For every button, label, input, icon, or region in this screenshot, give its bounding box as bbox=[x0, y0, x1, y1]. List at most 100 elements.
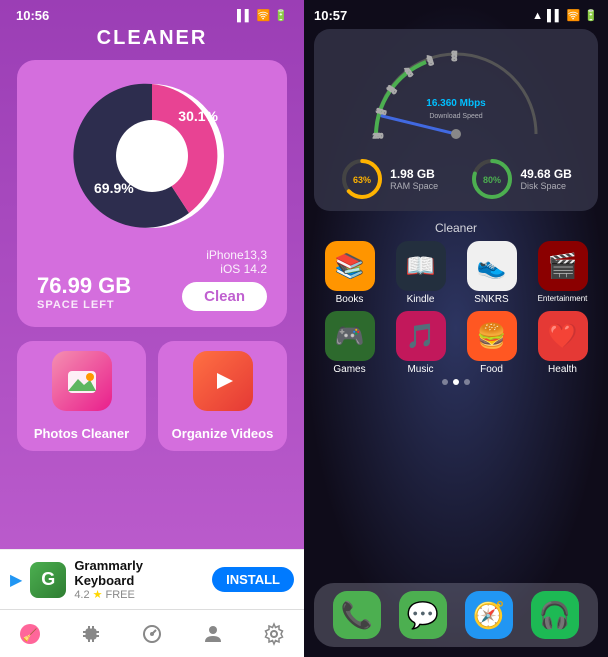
page-dots bbox=[314, 379, 598, 385]
app-games[interactable]: 🎮 Games bbox=[321, 311, 379, 375]
snkrs-icon: 👟 bbox=[467, 241, 517, 291]
svg-text:80%: 80% bbox=[483, 175, 501, 185]
status-icons-right: ▲ ▌▌ 🛜 🔋 bbox=[532, 9, 598, 22]
ad-rating: 4.2 bbox=[74, 589, 89, 601]
app-health[interactable]: ❤️ Health bbox=[534, 311, 592, 375]
photos-cleaner-label: Photos Cleaner bbox=[34, 426, 129, 441]
music-icon: 🎵 bbox=[396, 311, 446, 361]
feature-tiles: Photos Cleaner Organize Videos bbox=[17, 341, 287, 451]
entertainment-label: Entertainment bbox=[538, 294, 588, 303]
photos-icon bbox=[52, 351, 112, 411]
app-grid: 📚 Books 📖 Kindle 👟 SNKRS 🎬 Entertainment bbox=[314, 241, 598, 375]
disk-ring-svg: 80% bbox=[470, 157, 514, 201]
svg-text:250: 250 bbox=[373, 134, 384, 140]
disk-label: Disk Space bbox=[520, 181, 571, 191]
star-icon: ★ bbox=[93, 588, 103, 601]
entertainment-icon: 🎬 bbox=[538, 241, 588, 291]
install-button[interactable]: INSTALL bbox=[212, 567, 294, 592]
space-gb: 76.99 GB bbox=[37, 273, 131, 299]
device-os: iOS 14.2 bbox=[220, 262, 267, 276]
clean-button[interactable]: Clean bbox=[182, 282, 267, 311]
ad-bar: ▶ G Grammarly Keyboard 4.2 ★ FREE INSTAL… bbox=[0, 549, 304, 609]
battery-icon: 🔋 bbox=[274, 9, 288, 22]
dock: 📞 💬 🧭 🎧 bbox=[314, 583, 598, 647]
books-label: Books bbox=[336, 294, 364, 305]
grammarly-icon: G bbox=[30, 562, 66, 598]
organize-videos-tile[interactable]: Organize Videos bbox=[158, 341, 287, 451]
ad-meta: 4.2 ★ FREE bbox=[74, 588, 204, 601]
settings-tab-icon bbox=[262, 622, 286, 646]
ad-price: FREE bbox=[105, 589, 134, 601]
right-content: 10:57 ▲ ▌▌ 🛜 🔋 bbox=[304, 0, 608, 657]
time-left: 10:56 bbox=[16, 8, 49, 23]
speed-tab-icon bbox=[140, 622, 164, 646]
widget-stats-row: 63% 1.98 GB RAM Space 80% 49.68 bbox=[324, 157, 588, 201]
disk-gb: 49.68 GB bbox=[520, 167, 571, 181]
tab-contacts[interactable] bbox=[193, 614, 233, 654]
speedometer-area: 0 50 100 150 200 250 300 bbox=[324, 39, 588, 149]
status-icons-left: ▌▌ 🛜 🔋 bbox=[237, 9, 288, 22]
photos-cleaner-tile[interactable]: Photos Cleaner bbox=[17, 341, 146, 451]
app-snkrs[interactable]: 👟 SNKRS bbox=[463, 241, 521, 305]
device-model: iPhone13,3 bbox=[206, 248, 267, 262]
svg-text:🧹: 🧹 bbox=[23, 628, 38, 642]
cpu-tab-icon bbox=[79, 622, 103, 646]
app-kindle[interactable]: 📖 Kindle bbox=[392, 241, 450, 305]
tab-bar: 🧹 bbox=[0, 609, 304, 657]
app-music[interactable]: 🎵 Music bbox=[392, 311, 450, 375]
contacts-tab-icon bbox=[201, 622, 225, 646]
disk-stat: 80% 49.68 GB Disk Space bbox=[470, 157, 571, 201]
tab-speed[interactable] bbox=[132, 614, 172, 654]
tab-cpu[interactable] bbox=[71, 614, 111, 654]
svg-text:500: 500 bbox=[450, 51, 456, 62]
dock-spotify[interactable]: 🎧 bbox=[531, 591, 579, 639]
kindle-label: Kindle bbox=[407, 294, 435, 305]
dot-3 bbox=[464, 379, 470, 385]
pie-chart: 30.1% 69.9% bbox=[72, 76, 232, 236]
tab-cleaner[interactable]: 🧹 bbox=[10, 614, 50, 654]
ram-stat: 63% 1.98 GB RAM Space bbox=[340, 157, 438, 201]
videos-icon bbox=[193, 351, 253, 411]
pie-label-used: 30.1% bbox=[178, 108, 218, 124]
ram-ring-svg: 63% bbox=[340, 157, 384, 201]
dock-messages[interactable]: 💬 bbox=[399, 591, 447, 639]
left-panel: 10:56 ▌▌ 🛜 🔋 CLEANER 30.1% 69.9% bbox=[0, 0, 304, 657]
food-icon: 🍔 bbox=[467, 311, 517, 361]
food-label: Food bbox=[480, 364, 503, 375]
signal-icon: ▌▌ bbox=[237, 10, 253, 22]
ram-gb: 1.98 GB bbox=[390, 167, 438, 181]
health-label: Health bbox=[548, 364, 577, 375]
ad-arrow-icon: ▶ bbox=[10, 570, 22, 590]
organize-videos-label: Organize Videos bbox=[172, 426, 274, 441]
tab-settings[interactable] bbox=[254, 614, 294, 654]
music-label: Music bbox=[407, 364, 433, 375]
dock-safari[interactable]: 🧭 bbox=[465, 591, 513, 639]
svg-text:Download Speed: Download Speed bbox=[429, 113, 482, 120]
dock-phone[interactable]: 📞 bbox=[333, 591, 381, 639]
app-food[interactable]: 🍔 Food bbox=[463, 311, 521, 375]
ad-text-block: Grammarly Keyboard 4.2 ★ FREE bbox=[74, 558, 204, 601]
space-label: SPACE LEFT bbox=[37, 299, 131, 311]
wifi-icon: 🛜 bbox=[257, 9, 271, 22]
device-clean-block: iPhone13,3 iOS 14.2 Clean bbox=[182, 248, 267, 311]
health-icon: ❤️ bbox=[538, 311, 588, 361]
time-right: 10:57 bbox=[314, 8, 347, 23]
disk-info: 49.68 GB Disk Space bbox=[520, 167, 571, 191]
photos-icon-svg bbox=[64, 363, 100, 399]
cleaner-widget: 0 50 100 150 200 250 300 bbox=[314, 29, 598, 211]
device-info: iPhone13,3 iOS 14.2 bbox=[206, 248, 267, 276]
signal-icon-right: ▌▌ bbox=[547, 10, 563, 22]
app-row-1: 📚 Books 📖 Kindle 👟 SNKRS 🎬 Entertainment bbox=[314, 241, 598, 305]
svg-text:16.360 Mbps: 16.360 Mbps bbox=[426, 98, 486, 109]
app-books[interactable]: 📚 Books bbox=[321, 241, 379, 305]
videos-icon-svg bbox=[205, 363, 241, 399]
games-icon: 🎮 bbox=[325, 311, 375, 361]
app-title: CLEANER bbox=[97, 27, 208, 50]
space-left-block: 76.99 GB SPACE LEFT bbox=[37, 273, 131, 311]
kindle-icon: 📖 bbox=[396, 241, 446, 291]
chart-info: 76.99 GB SPACE LEFT iPhone13,3 iOS 14.2 … bbox=[33, 248, 271, 311]
status-bar-left: 10:56 ▌▌ 🛜 🔋 bbox=[0, 0, 304, 27]
ram-info: 1.98 GB RAM Space bbox=[390, 167, 438, 191]
snkrs-label: SNKRS bbox=[474, 294, 508, 305]
app-entertainment[interactable]: 🎬 Entertainment bbox=[534, 241, 592, 305]
